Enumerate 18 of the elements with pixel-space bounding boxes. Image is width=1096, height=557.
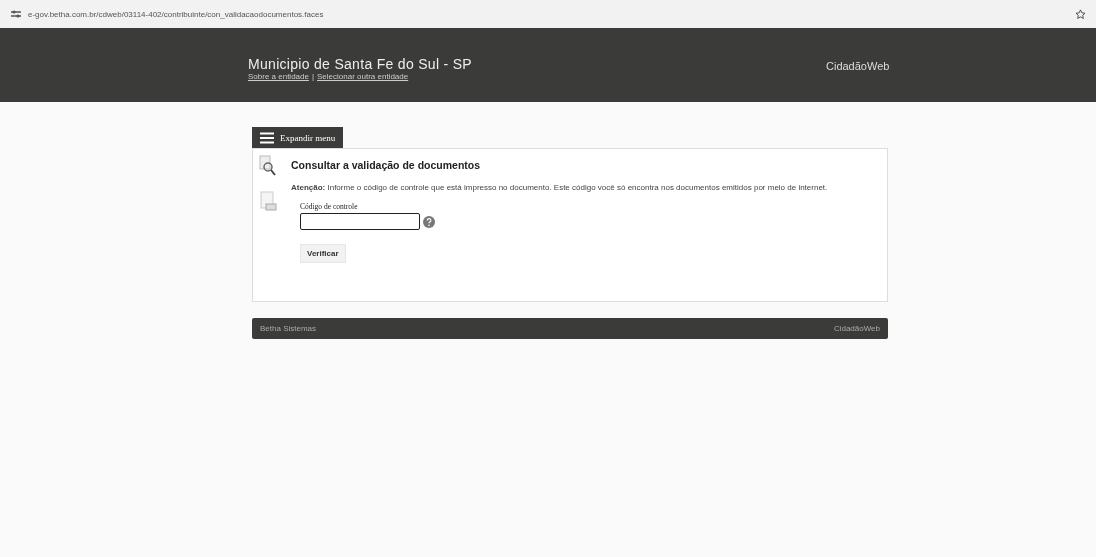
menu-icon <box>260 131 274 144</box>
verify-button[interactable]: Verificar <box>300 244 346 263</box>
link-separator: | <box>311 72 314 81</box>
header-link[interactable]: Sobre a entidade <box>248 72 309 81</box>
site-settings-icon[interactable] <box>10 9 22 19</box>
help-icon[interactable] <box>423 215 435 228</box>
panel-title: Consultar a validação de documentos <box>291 159 482 171</box>
site-title: Municipio de Santa Fe do Sul - SP <box>248 56 473 72</box>
brand-name: CidadãoWeb <box>826 59 890 72</box>
notice-text: Atenção: Informe o código de controle que está impresso no documento. Este código você só encontra nos documentos emitidos por meio de internet. <box>291 183 829 192</box>
input-field[interactable] <box>300 213 420 230</box>
footer-link[interactable]: Betha Sistemas <box>260 324 317 333</box>
star-icon[interactable] <box>1075 8 1086 20</box>
url-text[interactable]: e-gov.betha.com.br/cdweb/03114-402/contribuinte/con_validacaodocumentos.faces <box>28 9 324 19</box>
expand-menu-button[interactable]: Expandir menu <box>252 127 344 148</box>
magnifier-icon[interactable] <box>258 155 278 177</box>
header-link[interactable]: Selecionar outra entidade <box>317 72 409 81</box>
footer-brand: CidadãoWeb <box>833 324 880 333</box>
